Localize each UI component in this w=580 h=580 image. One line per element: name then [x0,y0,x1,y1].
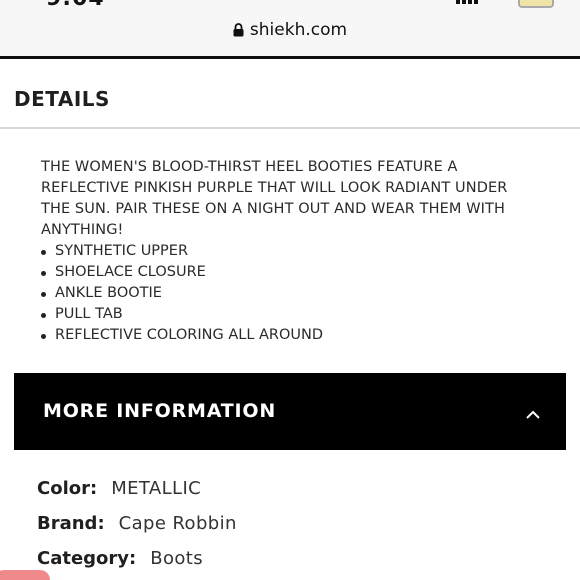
attribute-value: METALLIC [111,478,202,499]
feature-item: SYNTHETIC UPPER [41,241,323,262]
status-time: 9:04 [46,0,105,11]
product-page: 9:04 shiekh.com DETAILS THE WOMEN'S BLOO… [0,0,580,580]
feature-item: REFLECTIVE COLORING ALL AROUND [41,325,323,346]
attribute-label: Color: [37,478,98,499]
attribute-value: Boots [150,548,204,569]
signal-icon [456,0,516,4]
attribute-row-brand: Brand: Cape Robbin [37,513,237,534]
attribute-row-color: Color: METALLIC [37,478,201,499]
floating-badge[interactable] [0,570,50,580]
battery-icon [518,0,554,8]
attribute-label: Brand: [37,513,105,534]
details-section-header[interactable]: DETAILS [0,59,580,129]
address-bar[interactable]: shiekh.com [0,20,580,42]
feature-item: ANKLE BOOTIE [41,283,323,304]
details-heading: DETAILS [14,87,110,111]
attribute-row-category: Category: Boots [37,548,203,569]
product-description: THE WOMEN'S BLOOD-THIRST HEEL BOOTIES FE… [41,159,508,238]
feature-item: PULL TAB [41,304,323,325]
lock-icon [233,22,244,42]
more-information-toggle[interactable]: MORE INFORMATION [14,373,566,450]
feature-list: SYNTHETIC UPPER SHOELACE CLOSURE ANKLE B… [41,241,323,346]
url-text: shiekh.com [249,20,348,40]
attribute-label: Category: [37,548,137,569]
more-information-label: MORE INFORMATION [43,400,277,422]
browser-top-bar: 9:04 shiekh.com [0,0,580,59]
chevron-up-icon [526,405,540,419]
feature-item: SHOELACE CLOSURE [41,262,323,283]
attribute-value: Cape Robbin [118,513,237,534]
